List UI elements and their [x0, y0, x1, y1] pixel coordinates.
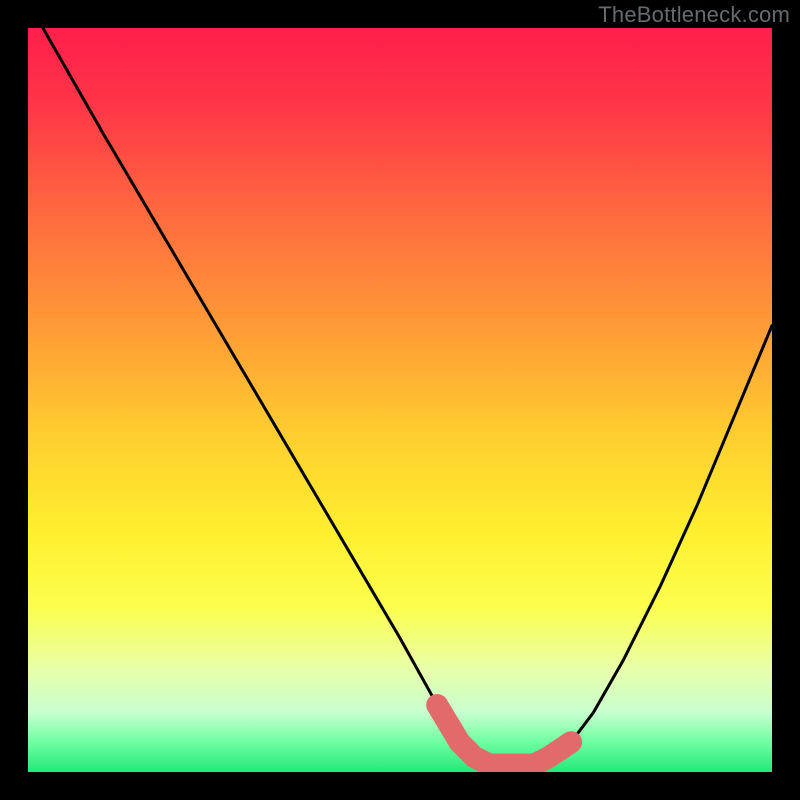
- curve-layer: [28, 28, 772, 772]
- chart-frame: TheBottleneck.com: [0, 0, 800, 800]
- bottleneck-curve: [43, 28, 772, 765]
- plot-area: [28, 28, 772, 772]
- watermark-text: TheBottleneck.com: [598, 2, 790, 28]
- highlight-band: [437, 705, 571, 765]
